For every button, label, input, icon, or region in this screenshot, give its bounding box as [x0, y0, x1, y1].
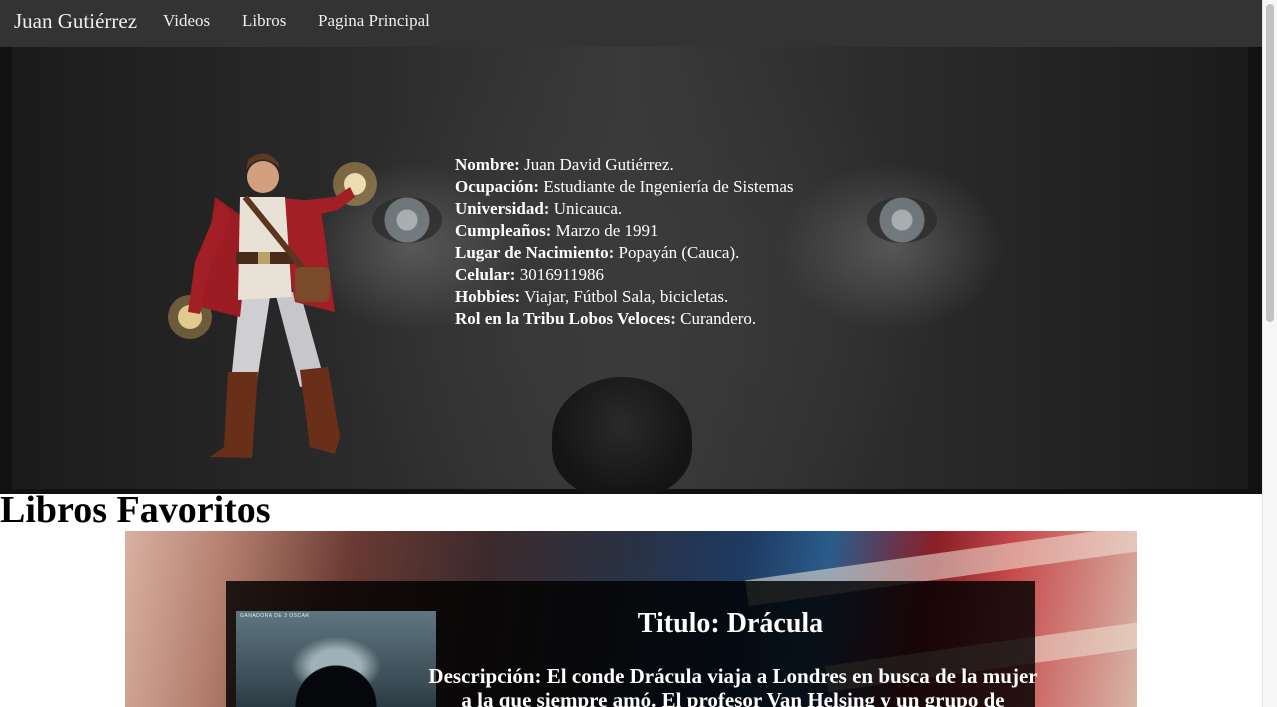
- mage-character-image: [168, 153, 377, 458]
- profile-row-hobbies: Hobbies: Viajar, Fútbol Sala, bicicletas…: [455, 287, 729, 306]
- section-title-libros-favoritos: Libros Favoritos: [0, 489, 271, 531]
- book-card: GANADORA DE 3 OSCAR Titulo: Drácula Desc…: [226, 581, 1038, 707]
- top-navbar: Juan Gutiérrez Videos Libros Pagina Prin…: [0, 0, 1262, 48]
- vertical-scrollbar[interactable]: [1262, 0, 1277, 707]
- brand-link[interactable]: Juan Gutiérrez: [14, 9, 137, 34]
- profile-row-ocupacion: Ocupación: Estudiante de Ingeniería de S…: [455, 177, 794, 196]
- book-description: Descripción: El conde Drácula viaja a Lo…: [428, 664, 1038, 707]
- books-background-image: GANADORA DE 3 OSCAR Titulo: Drácula Desc…: [125, 531, 1137, 707]
- profile-row-universidad: Universidad: Unicauca.: [455, 199, 623, 218]
- book-cover-image: GANADORA DE 3 OSCAR: [236, 611, 436, 707]
- nav-link-videos[interactable]: Videos: [163, 11, 210, 31]
- profile-row-lugar-nacimiento: Lugar de Nacimiento: Popayán (Cauca).: [455, 243, 740, 262]
- nav-link-libros[interactable]: Libros: [242, 11, 286, 31]
- page: Juan Gutiérrez Videos Libros Pagina Prin…: [0, 0, 1262, 707]
- nav-link-pagina-principal[interactable]: Pagina Principal: [318, 11, 430, 31]
- profile-info: Nombre: Juan David Gutiérrez. Ocupación:…: [455, 154, 794, 330]
- profile-row-cumpleanos: Cumpleaños: Marzo de 1991: [455, 221, 659, 240]
- book-title: Titulo: Drácula: [637, 608, 824, 639]
- wolf-nose: [552, 377, 692, 494]
- book-cover-caption: GANADORA DE 3 OSCAR: [240, 613, 310, 619]
- profile-row-rol: Rol en la Tribu Lobos Veloces: Curandero…: [455, 309, 757, 328]
- profile-hero: Nombre: Juan David Gutiérrez. Ocupación:…: [0, 47, 1262, 494]
- profile-row-celular: Celular: 3016911986: [455, 265, 605, 284]
- scrollbar-thumb[interactable]: [1266, 4, 1274, 322]
- profile-row-nombre: Nombre: Juan David Gutiérrez.: [455, 155, 674, 174]
- wolf-eye-right: [867, 197, 937, 243]
